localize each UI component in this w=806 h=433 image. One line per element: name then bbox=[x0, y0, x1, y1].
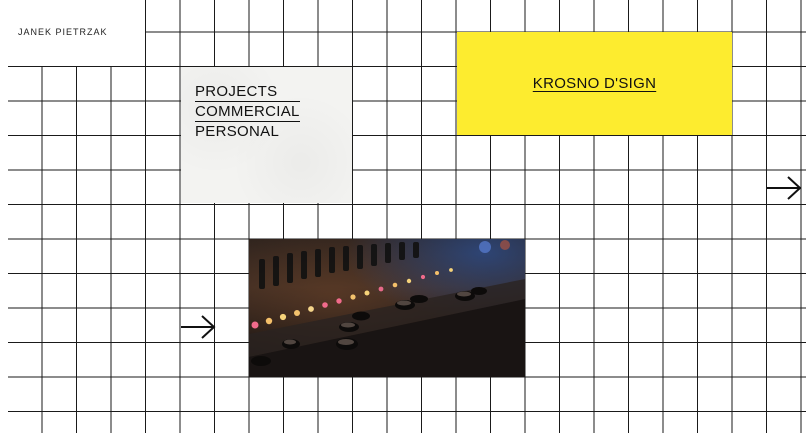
left-margin bbox=[0, 0, 8, 433]
brand-name[interactable]: JANEK PIETRZAK bbox=[18, 27, 108, 37]
nav-item-personal[interactable]: PERSONAL bbox=[195, 122, 300, 142]
nav-item-commercial[interactable]: COMMERCIAL bbox=[195, 101, 300, 122]
mixing-console-image bbox=[249, 239, 525, 377]
nav-item-label: COMMERCIAL bbox=[195, 101, 300, 122]
next-arrow-button[interactable] bbox=[766, 175, 802, 206]
photo-arrow-button[interactable] bbox=[180, 314, 216, 345]
nav-list: PROJECTS COMMERCIAL PERSONAL bbox=[195, 82, 300, 142]
project-photo[interactable] bbox=[249, 239, 525, 377]
navigation-card: PROJECTS COMMERCIAL PERSONAL bbox=[181, 67, 352, 203]
featured-project-card: KROSNO D'SIGN bbox=[457, 32, 732, 135]
nav-item-label: PERSONAL bbox=[195, 123, 280, 140]
featured-project-link[interactable]: KROSNO D'SIGN bbox=[533, 75, 656, 92]
arrow-right-icon bbox=[181, 315, 216, 339]
nav-item-projects[interactable]: PROJECTS bbox=[195, 82, 300, 102]
nav-item-label: PROJECTS bbox=[195, 83, 278, 100]
arrow-right-icon bbox=[767, 176, 802, 200]
